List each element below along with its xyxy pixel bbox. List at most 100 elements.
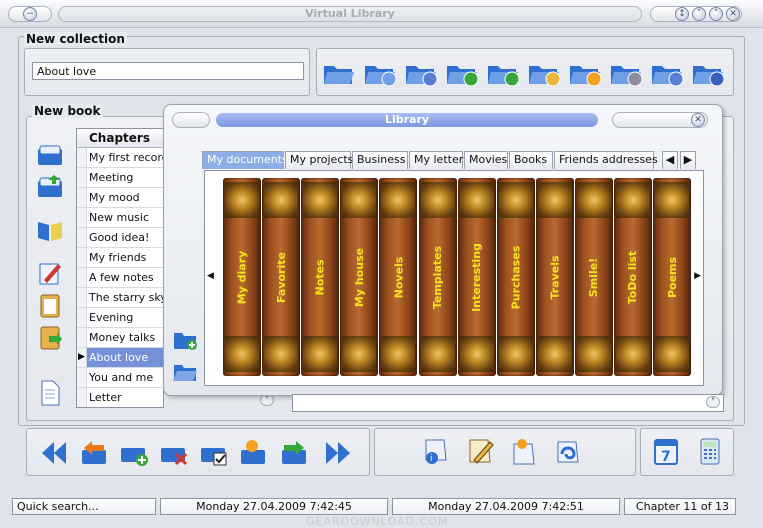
close-icon[interactable]: ✕ xyxy=(726,7,740,21)
book-spine[interactable]: ToDo list xyxy=(614,178,652,376)
tabs-scroll-right-icon[interactable]: ▶ xyxy=(680,151,696,169)
new-book-label: New book xyxy=(32,104,103,118)
chapter-label: Meeting xyxy=(89,171,134,184)
info-note-icon[interactable]: i xyxy=(420,436,452,466)
chapter-row[interactable]: The starry sky xyxy=(77,288,163,308)
new-note-icon[interactable] xyxy=(508,436,540,466)
chapter-label: A few notes xyxy=(89,271,154,284)
calendar-day: 7 xyxy=(661,449,671,465)
chapter-row[interactable]: Evening xyxy=(77,308,163,328)
tabs-scroll-left-icon[interactable]: ◀ xyxy=(662,151,678,169)
chapter-row[interactable]: ▶ About love xyxy=(77,348,163,368)
library-tab[interactable]: My projects xyxy=(285,151,353,169)
book-title: My diary xyxy=(235,250,249,304)
edit-folder-icon[interactable] xyxy=(527,58,561,88)
new-book-icon[interactable] xyxy=(34,140,66,170)
book-spine[interactable]: Smile! xyxy=(574,178,613,376)
book-spine[interactable]: Novels xyxy=(379,178,418,376)
library-tab[interactable]: Business xyxy=(352,151,408,169)
open-folder-icon[interactable] xyxy=(322,58,356,88)
clipboard-icon[interactable] xyxy=(34,290,66,320)
chapter-row[interactable]: New music xyxy=(77,208,163,228)
book-spine[interactable]: Favorite xyxy=(262,178,301,376)
book-spine[interactable]: My diary xyxy=(223,178,261,376)
chapter-row[interactable]: Letter xyxy=(77,388,163,407)
chapter-label: My first record xyxy=(89,151,164,164)
attach-note-icon[interactable] xyxy=(552,436,584,466)
minimize-icon[interactable]: ˅ xyxy=(692,7,706,21)
next-page-icon[interactable] xyxy=(278,438,310,468)
book-spine[interactable]: Poems xyxy=(653,178,692,376)
book-spine[interactable]: My house xyxy=(340,178,379,376)
refresh-folder-icon[interactable] xyxy=(404,58,438,88)
check-chapter-icon[interactable] xyxy=(198,438,230,468)
library-menu-pill[interactable] xyxy=(172,112,210,128)
paste-icon[interactable] xyxy=(34,322,66,352)
collection-name-input[interactable]: About love xyxy=(32,62,304,80)
document-icon[interactable] xyxy=(34,378,66,408)
system-menu-pill[interactable]: − xyxy=(8,6,52,22)
title-bar: − Virtual Library ↕ ˅ ˄ ✕ xyxy=(0,0,763,28)
chapters-header: Chapters xyxy=(77,129,163,148)
move-folder-icon[interactable] xyxy=(486,58,520,88)
chapter-label: Evening xyxy=(89,311,134,324)
calendar-icon[interactable]: 7 xyxy=(650,436,682,466)
svg-text:i: i xyxy=(430,454,433,464)
chapter-row[interactable]: Money talks xyxy=(77,328,163,348)
chapter-row[interactable]: My friends xyxy=(77,248,163,268)
library-tab[interactable]: My letters xyxy=(409,151,469,169)
chapter-row[interactable]: Meeting xyxy=(77,168,163,188)
chapter-row[interactable]: A few notes xyxy=(77,268,163,288)
book-spine[interactable]: Travels xyxy=(535,178,574,376)
book-notes-field[interactable] xyxy=(292,394,724,412)
book-spine[interactable]: Interesting xyxy=(457,178,496,376)
add-chapter-icon[interactable] xyxy=(118,438,150,468)
shelf-scroll-right-icon[interactable]: ▶ xyxy=(694,271,701,281)
library-tab[interactable]: Movies xyxy=(464,151,508,169)
chapter-row[interactable]: My mood xyxy=(77,188,163,208)
first-page-icon[interactable] xyxy=(38,438,70,468)
calculator-icon[interactable] xyxy=(694,436,726,466)
favorite-folder-icon[interactable] xyxy=(568,58,602,88)
settings-folder-icon[interactable] xyxy=(609,58,643,88)
open-book-icon[interactable] xyxy=(34,214,66,244)
watermark: GEARDOWNLOAD.COM xyxy=(306,515,449,528)
delete-chapter-icon[interactable] xyxy=(158,438,190,468)
shelf-scroll-left-icon[interactable]: ◀ xyxy=(207,271,214,281)
chapter-label: You and me xyxy=(89,371,154,384)
status-time-current: Monday 27.04.2009 7:42:51 xyxy=(392,498,620,515)
chapter-row[interactable]: You and me xyxy=(77,368,163,388)
library-tabs: ◀ ▶ My documents My projects Business My le… xyxy=(202,151,708,169)
library-tab[interactable]: Friends addresses xyxy=(554,151,658,169)
help-folder-icon[interactable] xyxy=(650,58,684,88)
previous-page-icon[interactable] xyxy=(78,438,110,468)
quick-search-input[interactable]: Quick search... xyxy=(12,498,156,515)
book-spine[interactable]: Purchases xyxy=(496,178,535,376)
library-tab[interactable]: My documents xyxy=(202,151,288,169)
maximize-icon[interactable]: ˄ xyxy=(709,7,723,21)
add-book-icon[interactable] xyxy=(34,172,66,202)
add-folder-icon[interactable] xyxy=(172,327,198,351)
restore-icon[interactable]: ↕ xyxy=(675,7,689,21)
bookshelf: ◀ ▶ My diary Favorite Notes My house Nov… xyxy=(204,170,704,386)
new-collection-label: New collection xyxy=(24,32,127,46)
approve-folder-icon[interactable] xyxy=(445,58,479,88)
chapter-row[interactable]: Good idea! xyxy=(77,228,163,248)
chapter-row[interactable]: My first record xyxy=(77,148,163,168)
open-folder-icon[interactable] xyxy=(172,359,198,383)
system-menu-icon[interactable]: − xyxy=(23,7,37,21)
book-spine[interactable]: Templates xyxy=(418,178,457,376)
notes-dropdown-icon[interactable]: ˅ xyxy=(706,396,720,408)
book-title: Favorite xyxy=(274,251,288,303)
library-close-icon[interactable]: ✕ xyxy=(691,113,705,127)
highlight-chapter-icon[interactable] xyxy=(238,438,270,468)
search-folder-icon[interactable] xyxy=(363,58,397,88)
library-tab[interactable]: Books xyxy=(509,151,553,169)
book-spine[interactable]: Notes xyxy=(301,178,340,376)
write-note-icon[interactable] xyxy=(464,436,496,466)
info-folder-icon[interactable] xyxy=(691,58,725,88)
edit-book-icon[interactable] xyxy=(34,258,66,288)
library-window: Library ✕ ◀ ▶ My documents My projects Bus… xyxy=(163,104,723,396)
last-page-icon[interactable] xyxy=(322,438,354,468)
chapter-label: The starry sky xyxy=(89,291,164,304)
